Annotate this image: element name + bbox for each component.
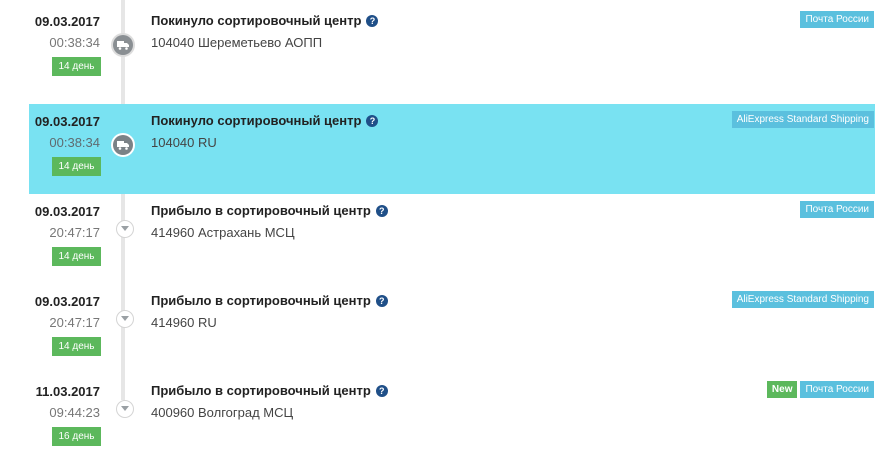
event-status-text: Покинуло сортировочный центр bbox=[151, 13, 362, 28]
event-location: 104040 RU bbox=[151, 135, 217, 150]
event-status-text: Прибыло в сортировочный центр bbox=[151, 293, 371, 308]
event-badges: New Почта России bbox=[766, 381, 874, 398]
event-status: Покинуло сортировочный центр ? bbox=[151, 113, 379, 128]
event-location: 414960 Астрахань МСЦ bbox=[151, 225, 295, 240]
truck-icon bbox=[113, 135, 133, 155]
event-badges: Почта России bbox=[800, 201, 874, 218]
event-badges: AliExpress Standard Shipping bbox=[731, 111, 874, 128]
event-date: 11.03.2017 bbox=[35, 384, 100, 399]
event-time: 00:38:34 bbox=[49, 135, 100, 150]
chevron-down-icon bbox=[116, 310, 134, 328]
carrier-badge: Почта России bbox=[800, 11, 874, 28]
help-icon[interactable]: ? bbox=[366, 14, 379, 27]
tracking-event: 09.03.2017 00:38:34 14 день Покинуло сор… bbox=[0, 4, 888, 94]
help-icon[interactable]: ? bbox=[375, 204, 388, 217]
chevron-down-icon bbox=[116, 400, 134, 418]
event-status: Прибыло в сортировочный центр ? bbox=[151, 203, 388, 218]
event-date: 09.03.2017 bbox=[34, 294, 100, 309]
day-count-badge: 14 день bbox=[52, 337, 101, 356]
event-date: 09.03.2017 bbox=[34, 114, 100, 129]
event-location: 400960 Волгоград МСЦ bbox=[151, 405, 294, 420]
chevron-down-icon bbox=[116, 220, 134, 238]
tracking-event: 11.03.2017 09:44:23 16 день Прибыло в со… bbox=[0, 374, 888, 464]
event-time: 20:47:17 bbox=[49, 225, 100, 240]
event-date: 09.03.2017 bbox=[34, 204, 100, 219]
tracking-event-highlighted: 09.03.2017 00:38:34 14 день Покинуло сор… bbox=[0, 104, 888, 194]
carrier-badge: Почта России bbox=[800, 201, 874, 218]
carrier-badge: Почта России bbox=[800, 381, 874, 398]
event-location: 414960 RU bbox=[151, 315, 217, 330]
event-status: Покинуло сортировочный центр ? bbox=[151, 13, 379, 28]
event-status: Прибыло в сортировочный центр ? bbox=[151, 383, 388, 398]
event-status-text: Прибыло в сортировочный центр bbox=[151, 203, 371, 218]
event-status-text: Прибыло в сортировочный центр bbox=[151, 383, 371, 398]
day-count-badge: 14 день bbox=[52, 247, 101, 266]
event-location: 104040 Шереметьево АОПП bbox=[151, 35, 323, 50]
carrier-badge: AliExpress Standard Shipping bbox=[731, 111, 874, 128]
day-count-badge: 16 день bbox=[52, 427, 101, 446]
day-count-badge: 14 день bbox=[52, 57, 101, 76]
event-time: 00:38:34 bbox=[49, 35, 100, 50]
tracking-event: 09.03.2017 20:47:17 14 день Прибыло в со… bbox=[0, 194, 888, 284]
truck-icon bbox=[113, 35, 133, 55]
new-badge: New bbox=[766, 381, 798, 398]
day-count-badge: 14 день bbox=[52, 157, 101, 176]
event-badges: Почта России bbox=[800, 11, 874, 28]
help-icon[interactable]: ? bbox=[375, 294, 388, 307]
event-time: 20:47:17 bbox=[49, 315, 100, 330]
tracking-event: 09.03.2017 20:47:17 14 день Прибыло в со… bbox=[0, 284, 888, 374]
help-icon[interactable]: ? bbox=[366, 114, 379, 127]
event-status-text: Покинуло сортировочный центр bbox=[151, 113, 362, 128]
event-time: 09:44:23 bbox=[49, 405, 100, 420]
event-status: Прибыло в сортировочный центр ? bbox=[151, 293, 388, 308]
event-date: 09.03.2017 bbox=[34, 14, 100, 29]
event-badges: AliExpress Standard Shipping bbox=[731, 291, 874, 308]
help-icon[interactable]: ? bbox=[375, 384, 388, 397]
carrier-badge: AliExpress Standard Shipping bbox=[731, 291, 874, 308]
